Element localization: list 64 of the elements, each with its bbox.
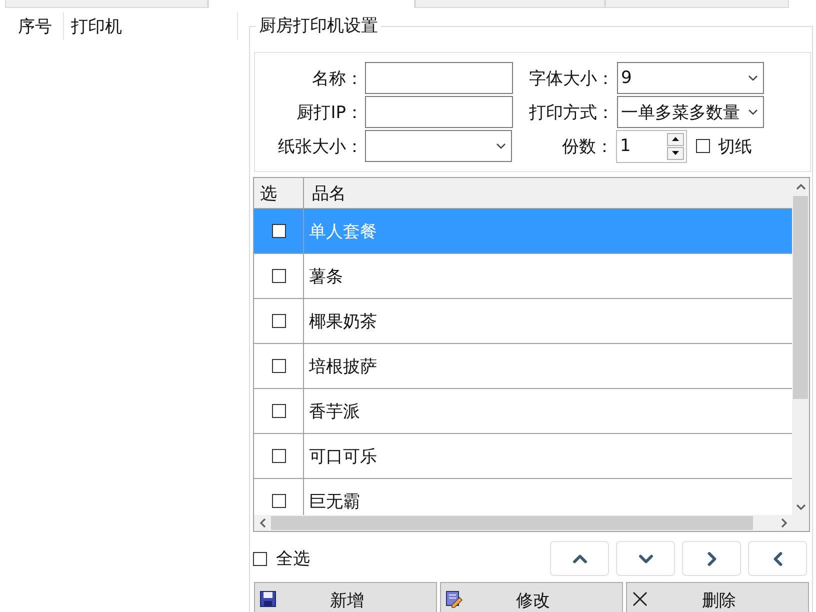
column-header: 品名 [311, 182, 347, 206]
checkbox[interactable] [696, 139, 710, 153]
chevron-left-icon[interactable] [258, 518, 266, 528]
scrollbar-thumb[interactable] [793, 196, 808, 399]
checkbox[interactable] [253, 552, 267, 566]
field-label: 字体大小： [528, 68, 614, 90]
field-label: 份数： [561, 136, 613, 158]
column-header: 打印机 [64, 12, 238, 40]
table-cell-text: 培根披萨 [308, 356, 377, 378]
table-cell-text: 可口可乐 [308, 446, 377, 468]
table-row[interactable]: 薯条 [254, 254, 792, 299]
chevron-right-icon[interactable] [780, 518, 788, 528]
dropdown[interactable] [365, 130, 512, 162]
spin-down-button[interactable] [667, 146, 684, 160]
checkbox[interactable] [272, 224, 286, 238]
triangle-down-icon [672, 151, 679, 155]
table-cell-text: 单人套餐 [308, 220, 377, 244]
table-row[interactable]: 香芋派 [254, 389, 792, 434]
group-title: 厨房打印机设置 [258, 16, 379, 36]
spin-up-button[interactable] [667, 132, 684, 146]
number-spinner[interactable]: 1 [616, 130, 687, 162]
edit-button[interactable]: 修改 [440, 582, 623, 612]
checkbox-label: 全选 [276, 548, 310, 570]
text-field[interactable] [365, 96, 513, 128]
chevron-down-icon[interactable] [796, 502, 806, 510]
table-row[interactable]: 可口可乐 [254, 434, 792, 479]
field-label: 打印方式： [528, 102, 614, 124]
table-row[interactable]: 培根披萨 [254, 344, 792, 389]
table-cell-text: 巨无霸 [308, 490, 360, 514]
horizontal-scrollbar[interactable] [254, 515, 792, 531]
chevron-down-icon [748, 75, 758, 81]
add-button[interactable]: 新增 [254, 582, 437, 612]
checkbox[interactable] [272, 314, 286, 328]
table-cell-text: 香芋派 [308, 400, 360, 424]
chevron-down-icon [748, 109, 758, 115]
checkbox[interactable] [272, 404, 286, 418]
checkbox[interactable] [272, 494, 286, 508]
dropdown[interactable]: 9 [617, 62, 764, 94]
checkbox[interactable] [272, 359, 286, 373]
column-header: 选 [254, 178, 304, 208]
table-row[interactable]: 椰果奶茶 [254, 299, 792, 344]
chevron-down-icon [496, 143, 506, 149]
chevron-up-icon[interactable] [796, 183, 806, 191]
right-button[interactable] [682, 541, 741, 576]
triangle-up-icon [672, 137, 679, 141]
checkbox[interactable] [272, 269, 286, 283]
vertical-scrollbar[interactable] [792, 178, 809, 515]
table-cell-text: 椰果奶茶 [308, 310, 377, 334]
down-button[interactable] [616, 541, 675, 576]
field-label: 名称： [311, 68, 363, 90]
field-label: 厨打IP： [296, 102, 363, 124]
document-pencil-icon [446, 591, 462, 608]
x-icon [632, 591, 648, 607]
delete-button[interactable]: 删除 [626, 582, 809, 612]
dropdown[interactable]: 一单多菜多数量 [617, 96, 764, 128]
left-button[interactable] [748, 541, 807, 576]
up-button[interactable] [550, 541, 609, 576]
checkbox-label: 切纸 [718, 136, 752, 158]
scrollbar-thumb[interactable] [271, 516, 753, 530]
checkbox[interactable] [272, 449, 286, 463]
table-cell-text: 薯条 [308, 266, 343, 288]
column-header: 序号 [8, 12, 64, 40]
field-label: 纸张大小： [277, 136, 363, 158]
text-field[interactable] [365, 62, 513, 94]
